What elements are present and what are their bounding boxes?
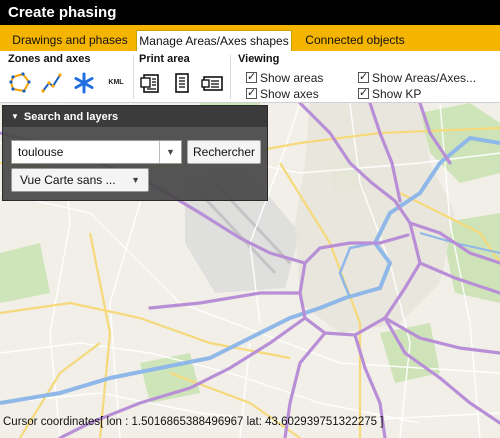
search-button[interactable]: Rechercher [187, 140, 261, 164]
tab-strip: Drawings and phases Manage Areas/Axes sh… [0, 25, 500, 51]
show-areas-checkbox[interactable]: Show areas [246, 70, 324, 86]
tab-connected-objects[interactable]: Connected objects [298, 30, 412, 51]
tab-drawings-and-phases[interactable]: Drawings and phases [8, 30, 132, 51]
show-areas-axes-checkbox[interactable]: Show Areas/Axes... [358, 70, 477, 86]
ribbon: Zones and axes KML Print area Viewing ✓S… [0, 51, 500, 103]
zones-and-axes-title: Zones and axes [8, 53, 91, 65]
search-combobox[interactable]: ▼ [11, 140, 182, 164]
chevron-down-icon[interactable]: ▼ [131, 169, 140, 191]
cursor-coordinates: Cursor coordinates[ lon : 1.501686538849… [3, 416, 384, 428]
polyline-icon[interactable] [40, 71, 64, 95]
layer-select-value: Vue Carte sans ... [20, 173, 116, 187]
chevron-down-icon[interactable]: ▼ [159, 141, 181, 163]
layer-select[interactable]: Vue Carte sans ... ▼ [11, 168, 149, 192]
star-icon[interactable] [72, 71, 96, 95]
window-title: Create phasing [0, 0, 500, 25]
print-landscape-icon[interactable] [139, 71, 163, 95]
show-areas-axes-label: Show Areas/Axes... [372, 71, 477, 85]
checkbox-checked[interactable] [246, 70, 257, 85]
show-kp-label: Show KP [372, 87, 422, 101]
tab-manage-areas-axes-shapes[interactable]: Manage Areas/Axes shapes [136, 30, 292, 51]
ribbon-separator [230, 55, 231, 99]
polygon-icon[interactable] [8, 71, 32, 95]
show-axes-label: Show axes [260, 87, 319, 101]
kml-icon[interactable]: KML [104, 71, 128, 95]
print-portrait-icon[interactable] [170, 71, 194, 95]
search-and-layers-header[interactable]: ▼ Search and layers [3, 106, 267, 128]
show-axes-checkbox[interactable]: Show axes [246, 86, 319, 102]
search-and-layers-title: Search and layers [23, 111, 119, 123]
print-wide-icon[interactable] [201, 71, 225, 95]
show-kp-checkbox[interactable]: Show KP [358, 86, 422, 102]
print-area-title: Print area [139, 53, 190, 65]
checkbox-checked[interactable] [358, 70, 369, 85]
viewing-title: Viewing [238, 53, 280, 65]
ribbon-separator [133, 55, 134, 99]
checkbox-checked[interactable] [246, 86, 257, 101]
search-and-layers-panel: ▼ Search and layers ▼ Rechercher Vue Cart… [2, 105, 268, 201]
show-areas-label: Show areas [260, 71, 324, 85]
collapse-triangle-icon[interactable]: ▼ [11, 112, 19, 121]
search-input[interactable] [12, 141, 157, 163]
checkbox-checked[interactable] [358, 86, 369, 101]
